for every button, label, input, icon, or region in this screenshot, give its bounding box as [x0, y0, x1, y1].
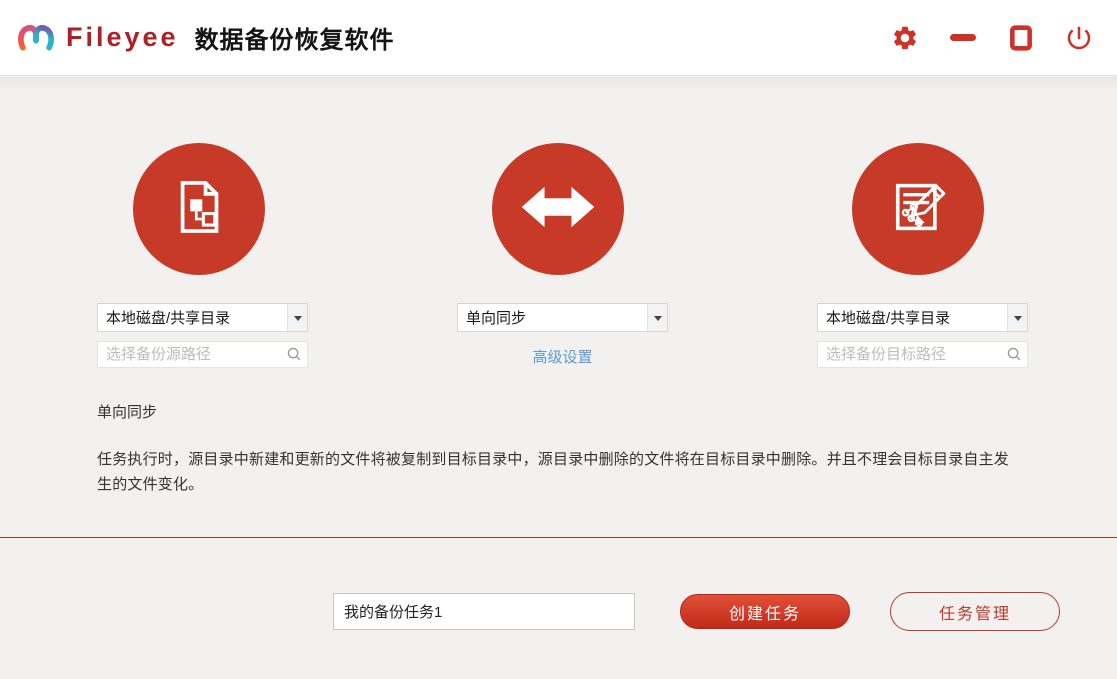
mode-description-title: 单向同步	[97, 404, 158, 421]
red-divider	[0, 537, 1117, 538]
source-circle	[133, 143, 265, 275]
source-path-wrap	[97, 341, 308, 368]
target-circle	[852, 143, 984, 275]
minimize-icon[interactable]	[947, 22, 979, 54]
source-type-dropdown[interactable]: 本地磁盘/共享目录	[97, 303, 308, 332]
chevron-down-icon[interactable]	[647, 304, 667, 331]
target-path-wrap	[817, 341, 1028, 368]
target-path-input[interactable]	[817, 341, 1028, 368]
create-task-button[interactable]: 创建任务	[680, 594, 850, 629]
titlebar: Fileyee 数据备份恢复软件	[0, 0, 1117, 76]
titlebar-shadow	[0, 77, 1117, 91]
edit-document-icon	[882, 171, 954, 248]
task-manager-button[interactable]: 任务管理	[890, 592, 1060, 631]
brand-name: Fileyee	[66, 22, 179, 52]
magnifier-icon[interactable]	[285, 345, 303, 363]
document-tree-icon	[164, 172, 234, 247]
target-type-value: 本地磁盘/共享目录	[826, 310, 951, 327]
power-icon[interactable]	[1063, 22, 1095, 54]
sync-mode-value: 单向同步	[466, 310, 527, 327]
gear-icon[interactable]	[889, 22, 921, 54]
sync-mode-circle	[492, 143, 624, 275]
target-type-dropdown[interactable]: 本地磁盘/共享目录	[817, 303, 1028, 332]
app-title: 数据备份恢复软件	[194, 27, 395, 54]
fileyee-logo-icon	[14, 17, 58, 59]
maximize-icon[interactable]	[1005, 22, 1037, 54]
sync-mode-dropdown[interactable]: 单向同步	[457, 303, 668, 332]
magnifier-icon[interactable]	[1005, 345, 1023, 363]
source-type-value: 本地磁盘/共享目录	[106, 310, 231, 327]
double-arrow-icon	[515, 164, 601, 255]
window-controls	[889, 22, 1095, 54]
task-name-input[interactable]	[333, 593, 635, 630]
chevron-down-icon[interactable]	[1007, 304, 1027, 331]
chevron-down-icon[interactable]	[287, 304, 307, 331]
mode-description-body: 任务执行时，源目录中新建和更新的文件将被复制到目标目录中，源目录中删除的文件将在…	[97, 451, 1010, 493]
advanced-settings-link[interactable]: 高级设置	[457, 346, 668, 367]
source-path-input[interactable]	[97, 341, 308, 368]
app-window: Fileyee 数据备份恢复软件 本地磁盘/共享目录 选择备份源路径 单向同步 …	[0, 0, 1117, 679]
